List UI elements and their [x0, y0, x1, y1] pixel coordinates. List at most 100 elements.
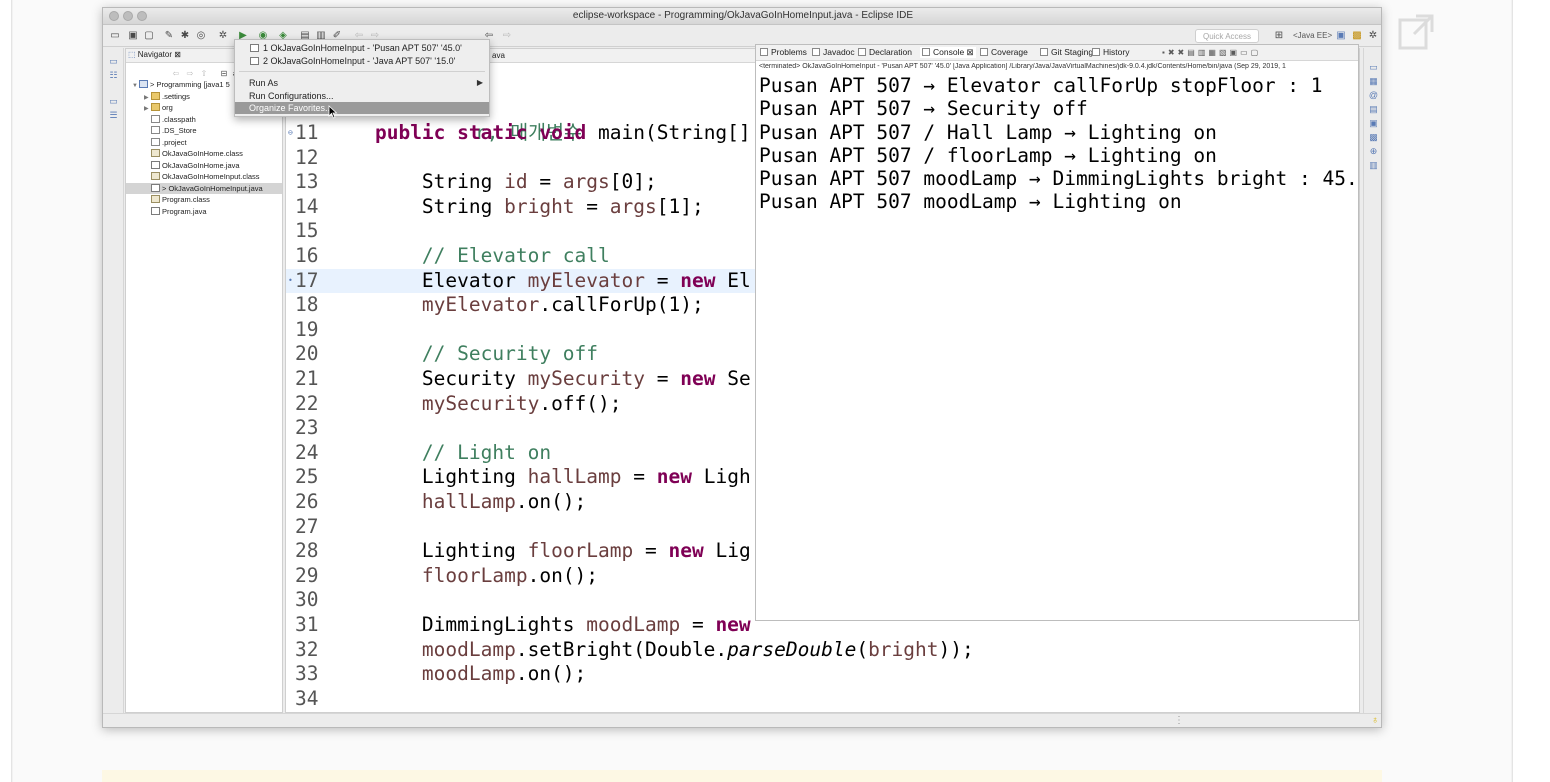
code-token: .off(); — [539, 391, 622, 415]
tree-item-label: .settings — [162, 91, 190, 101]
code-text: // Security off — [328, 342, 598, 367]
close-icon[interactable]: ⊠ — [964, 47, 974, 57]
open-perspective-icon[interactable]: ⊞ — [1273, 30, 1285, 42]
search-icon[interactable]: ◎ — [195, 30, 207, 42]
restore-icon-2[interactable]: ▭ — [108, 96, 119, 107]
tab-label: Console — [933, 47, 965, 57]
line-number: 16 — [295, 244, 319, 267]
tab-navigator[interactable]: ⬚ Navigator ⊠ — [128, 50, 181, 62]
restore-icon[interactable]: ▭ — [108, 56, 119, 67]
at-icon[interactable]: @ — [1368, 90, 1379, 101]
debug-icon[interactable]: ✱ — [179, 30, 191, 42]
forward-icon[interactable]: ⇨ — [501, 30, 513, 42]
tree-item[interactable]: .project — [126, 137, 282, 148]
code-token: moodLamp — [421, 637, 516, 661]
tree-item[interactable]: .DS_Store — [126, 125, 282, 136]
quick-access-input[interactable]: Quick Access — [1195, 29, 1259, 43]
save-all-icon[interactable]: ▢ — [143, 30, 155, 42]
tab-coverage[interactable]: Coverage — [980, 47, 1028, 57]
tab-git-staging[interactable]: Git Staging — [1040, 47, 1093, 57]
tree-item[interactable]: > OkJavaGoInHomeInput.java — [126, 182, 282, 194]
tree-item[interactable]: OkJavaGoInHome.java — [126, 160, 282, 171]
tab-javadoc[interactable]: Javadoc — [812, 47, 855, 57]
outline-icon[interactable]: ☷ — [108, 70, 119, 81]
tree-item[interactable]: OkJavaGoInHome.class — [126, 148, 282, 159]
tree-item[interactable]: OkJavaGoInHomeInput.class — [126, 171, 282, 182]
code-token: = — [680, 613, 716, 636]
git-icon[interactable]: ⊕ — [1368, 146, 1379, 157]
new-icon[interactable]: ▭ — [109, 30, 121, 42]
java-perspective-icon[interactable]: ▣ — [1335, 30, 1347, 42]
coverage-icon-2[interactable]: ▩ — [1368, 132, 1379, 143]
console-icon[interactable]: ▣ — [1368, 118, 1379, 129]
code-token: Ligh — [691, 465, 751, 489]
run-dropdown-menu: 1 OkJavaGoInHomeInput - 'Pusan APT 507' … — [234, 39, 490, 117]
page-left-margin — [0, 0, 12, 782]
word-wrap-icon[interactable]: ▥ — [1198, 48, 1209, 57]
left-trim-bar: ▭ ☷ ▭ ☰ — [103, 48, 124, 713]
debug-perspective-icon[interactable]: ▩ — [1351, 30, 1363, 42]
code-token: args — [562, 170, 610, 194]
restore-icon-3[interactable]: ▭ — [1368, 62, 1379, 73]
tools-icon[interactable]: ✎ — [163, 30, 175, 42]
code-text: public static void main(String[] — [328, 121, 751, 146]
gear-icon[interactable]: ✲ — [1367, 30, 1379, 42]
declaration-icon[interactable]: ▤ — [1368, 104, 1379, 115]
code-token: new — [715, 613, 751, 636]
tree-item[interactable]: Program.java — [126, 206, 282, 217]
scroll-lock-icon[interactable]: ▤ — [1187, 48, 1198, 57]
code-token: = — [633, 539, 669, 563]
submenu-arrow-icon: ▶ — [476, 78, 483, 87]
tab-declaration[interactable]: Declaration — [858, 47, 912, 57]
menu-launch-item-1[interactable]: 1 OkJavaGoInHomeInput - 'Pusan APT 507' … — [235, 42, 489, 54]
code-token: .on(); — [515, 490, 587, 513]
code-token: floorLamp — [527, 539, 634, 563]
code-token: hallLamp — [421, 490, 516, 513]
tree-item-label: .DS_Store — [162, 126, 197, 135]
tab-problems[interactable]: Problems — [760, 47, 807, 57]
hierarchy-icon[interactable]: ☰ — [108, 110, 119, 121]
code-text: moodLamp.setBright(Double.parseDouble(br… — [328, 638, 974, 663]
open-console-icon[interactable]: ▭ — [1240, 48, 1251, 57]
line-number: 20 — [295, 342, 319, 366]
code-token: .on(); — [527, 563, 599, 587]
code-token: bright — [504, 194, 575, 218]
code-token: Elevator — [328, 268, 528, 292]
code-text: Security mySecurity = new Se — [328, 367, 751, 392]
tab-console[interactable]: Console ⊠ — [920, 47, 976, 58]
close-icon[interactable]: ⊠ — [174, 50, 181, 59]
tree-item[interactable]: Program.class — [126, 194, 282, 205]
code-text: Lighting hallLamp = new Ligh — [328, 465, 751, 490]
remove-all-icon[interactable]: ✖ — [1178, 48, 1188, 57]
line-number: 17 — [295, 268, 319, 292]
notice-bar — [102, 770, 1382, 782]
editor-tab[interactable]: ava — [492, 51, 505, 60]
settings-icon[interactable]: ✲ — [217, 30, 229, 42]
menu-run-configurations[interactable]: Run Configurations... — [235, 90, 489, 102]
task-icon[interactable]: ▦ — [1368, 76, 1379, 87]
pin-icon[interactable]: ▧ — [1219, 48, 1230, 57]
console-status-line: <terminated> OkJavaGoInHomeInput - 'Pusa… — [759, 63, 1286, 70]
menu-launch-item-2[interactable]: 2 OkJavaGoInHomeInput - 'Java APT 507' '… — [235, 55, 489, 67]
code-token: bright — [868, 637, 939, 661]
console-output[interactable]: Pusan APT 507 → Elevator callForUp stopF… — [759, 74, 1357, 214]
menu-run-as[interactable]: Run As ▶ — [235, 77, 489, 89]
display-console-icon[interactable]: ▣ — [1230, 48, 1241, 57]
terminate-icon[interactable]: ✖ — [1168, 48, 1178, 57]
tab-history[interactable]: History — [1092, 47, 1129, 57]
perspective-java-ee[interactable]: <Java EE> — [1293, 31, 1332, 40]
menu-organize-favorites[interactable]: Organize Favorites... — [235, 102, 489, 114]
code-token: [0]; — [609, 170, 657, 194]
lightbulb-icon[interactable]: ♁ — [1369, 715, 1381, 727]
history-icon[interactable]: ▥ — [1368, 160, 1379, 171]
maximize-icon[interactable]: ▢ — [1251, 48, 1262, 57]
expand-icon[interactable] — [1398, 14, 1434, 50]
show-on-output-icon[interactable]: ▦ — [1208, 48, 1219, 57]
tree-item-label: OkJavaGoInHomeInput.class — [162, 172, 260, 181]
problems-icon — [760, 48, 768, 56]
save-icon[interactable]: ▣ — [127, 30, 139, 42]
